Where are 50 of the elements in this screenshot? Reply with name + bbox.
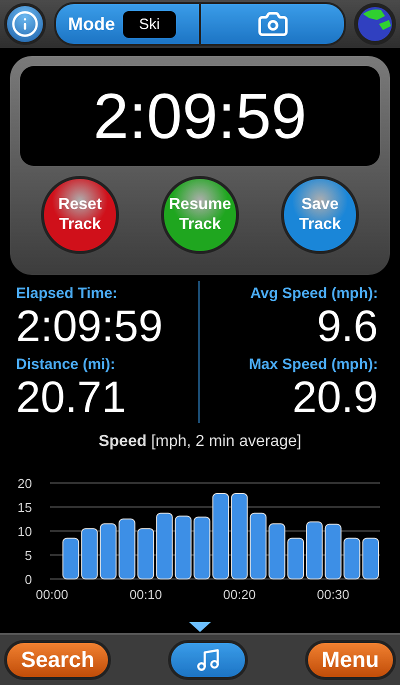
stat-value: 9.6 [316, 302, 378, 352]
axis-label: 20 [18, 476, 32, 491]
axis-label: 00:10 [129, 586, 162, 602]
chart-bar [250, 512, 267, 580]
chart-bar [324, 523, 342, 580]
stat-label: Max Speed (mph): [248, 356, 378, 373]
track-button[interactable]: Reset Track [41, 176, 119, 254]
chart-bar [344, 537, 360, 580]
track-button[interactable]: Resume Track [161, 176, 239, 254]
axis-label: 00:00 [36, 586, 68, 602]
mode-button[interactable]: Mode Ski [56, 4, 199, 44]
chart-bar [174, 515, 192, 580]
music-button[interactable] [168, 640, 248, 680]
axis-label: 10 [18, 524, 32, 539]
expand-arrow-icon[interactable] [188, 620, 212, 633]
axis-label: 00:30 [316, 586, 350, 602]
chart-bar [194, 516, 210, 580]
track-button[interactable]: Save Track [281, 176, 359, 254]
chart-bar [306, 521, 323, 580]
axis-label: 5 [24, 548, 32, 563]
chart-bar [287, 537, 304, 580]
stat-label: Elapsed Time: [16, 284, 118, 302]
axis-label: 15 [18, 500, 32, 515]
info-icon [11, 10, 39, 38]
mode-label: Mode [68, 14, 115, 35]
camera-button[interactable] [201, 4, 344, 44]
menu-button[interactable]: Menu [304, 640, 396, 680]
chart-bar [81, 528, 98, 580]
info-button[interactable] [4, 3, 46, 46]
stat-value: 2:09:59 [16, 302, 163, 352]
stat-label: Distance (mi): [16, 356, 116, 373]
globe-button[interactable] [354, 3, 396, 46]
timer-display: 2:09:59 [20, 66, 380, 166]
chart-bar [268, 523, 286, 580]
chart-bar [62, 537, 80, 580]
music-icon [194, 646, 221, 673]
chart-bar [118, 518, 136, 580]
stat-value: 20.71 [16, 372, 126, 423]
stat-label: Avg Speed (mph): [250, 284, 378, 302]
chart-bar [137, 528, 154, 580]
stat-value: 20.9 [292, 372, 378, 423]
chart-bar [156, 512, 173, 580]
search-button[interactable]: Search [4, 640, 112, 680]
chart-bar [100, 523, 117, 580]
globe-icon [357, 6, 393, 42]
mode-value: Ski [123, 10, 176, 38]
axis-label: 00:20 [223, 586, 256, 602]
axis-label: 0 [24, 572, 32, 587]
chart-title: Speed [mph, 2 min average] [98, 432, 302, 451]
chart-bar [362, 537, 379, 580]
